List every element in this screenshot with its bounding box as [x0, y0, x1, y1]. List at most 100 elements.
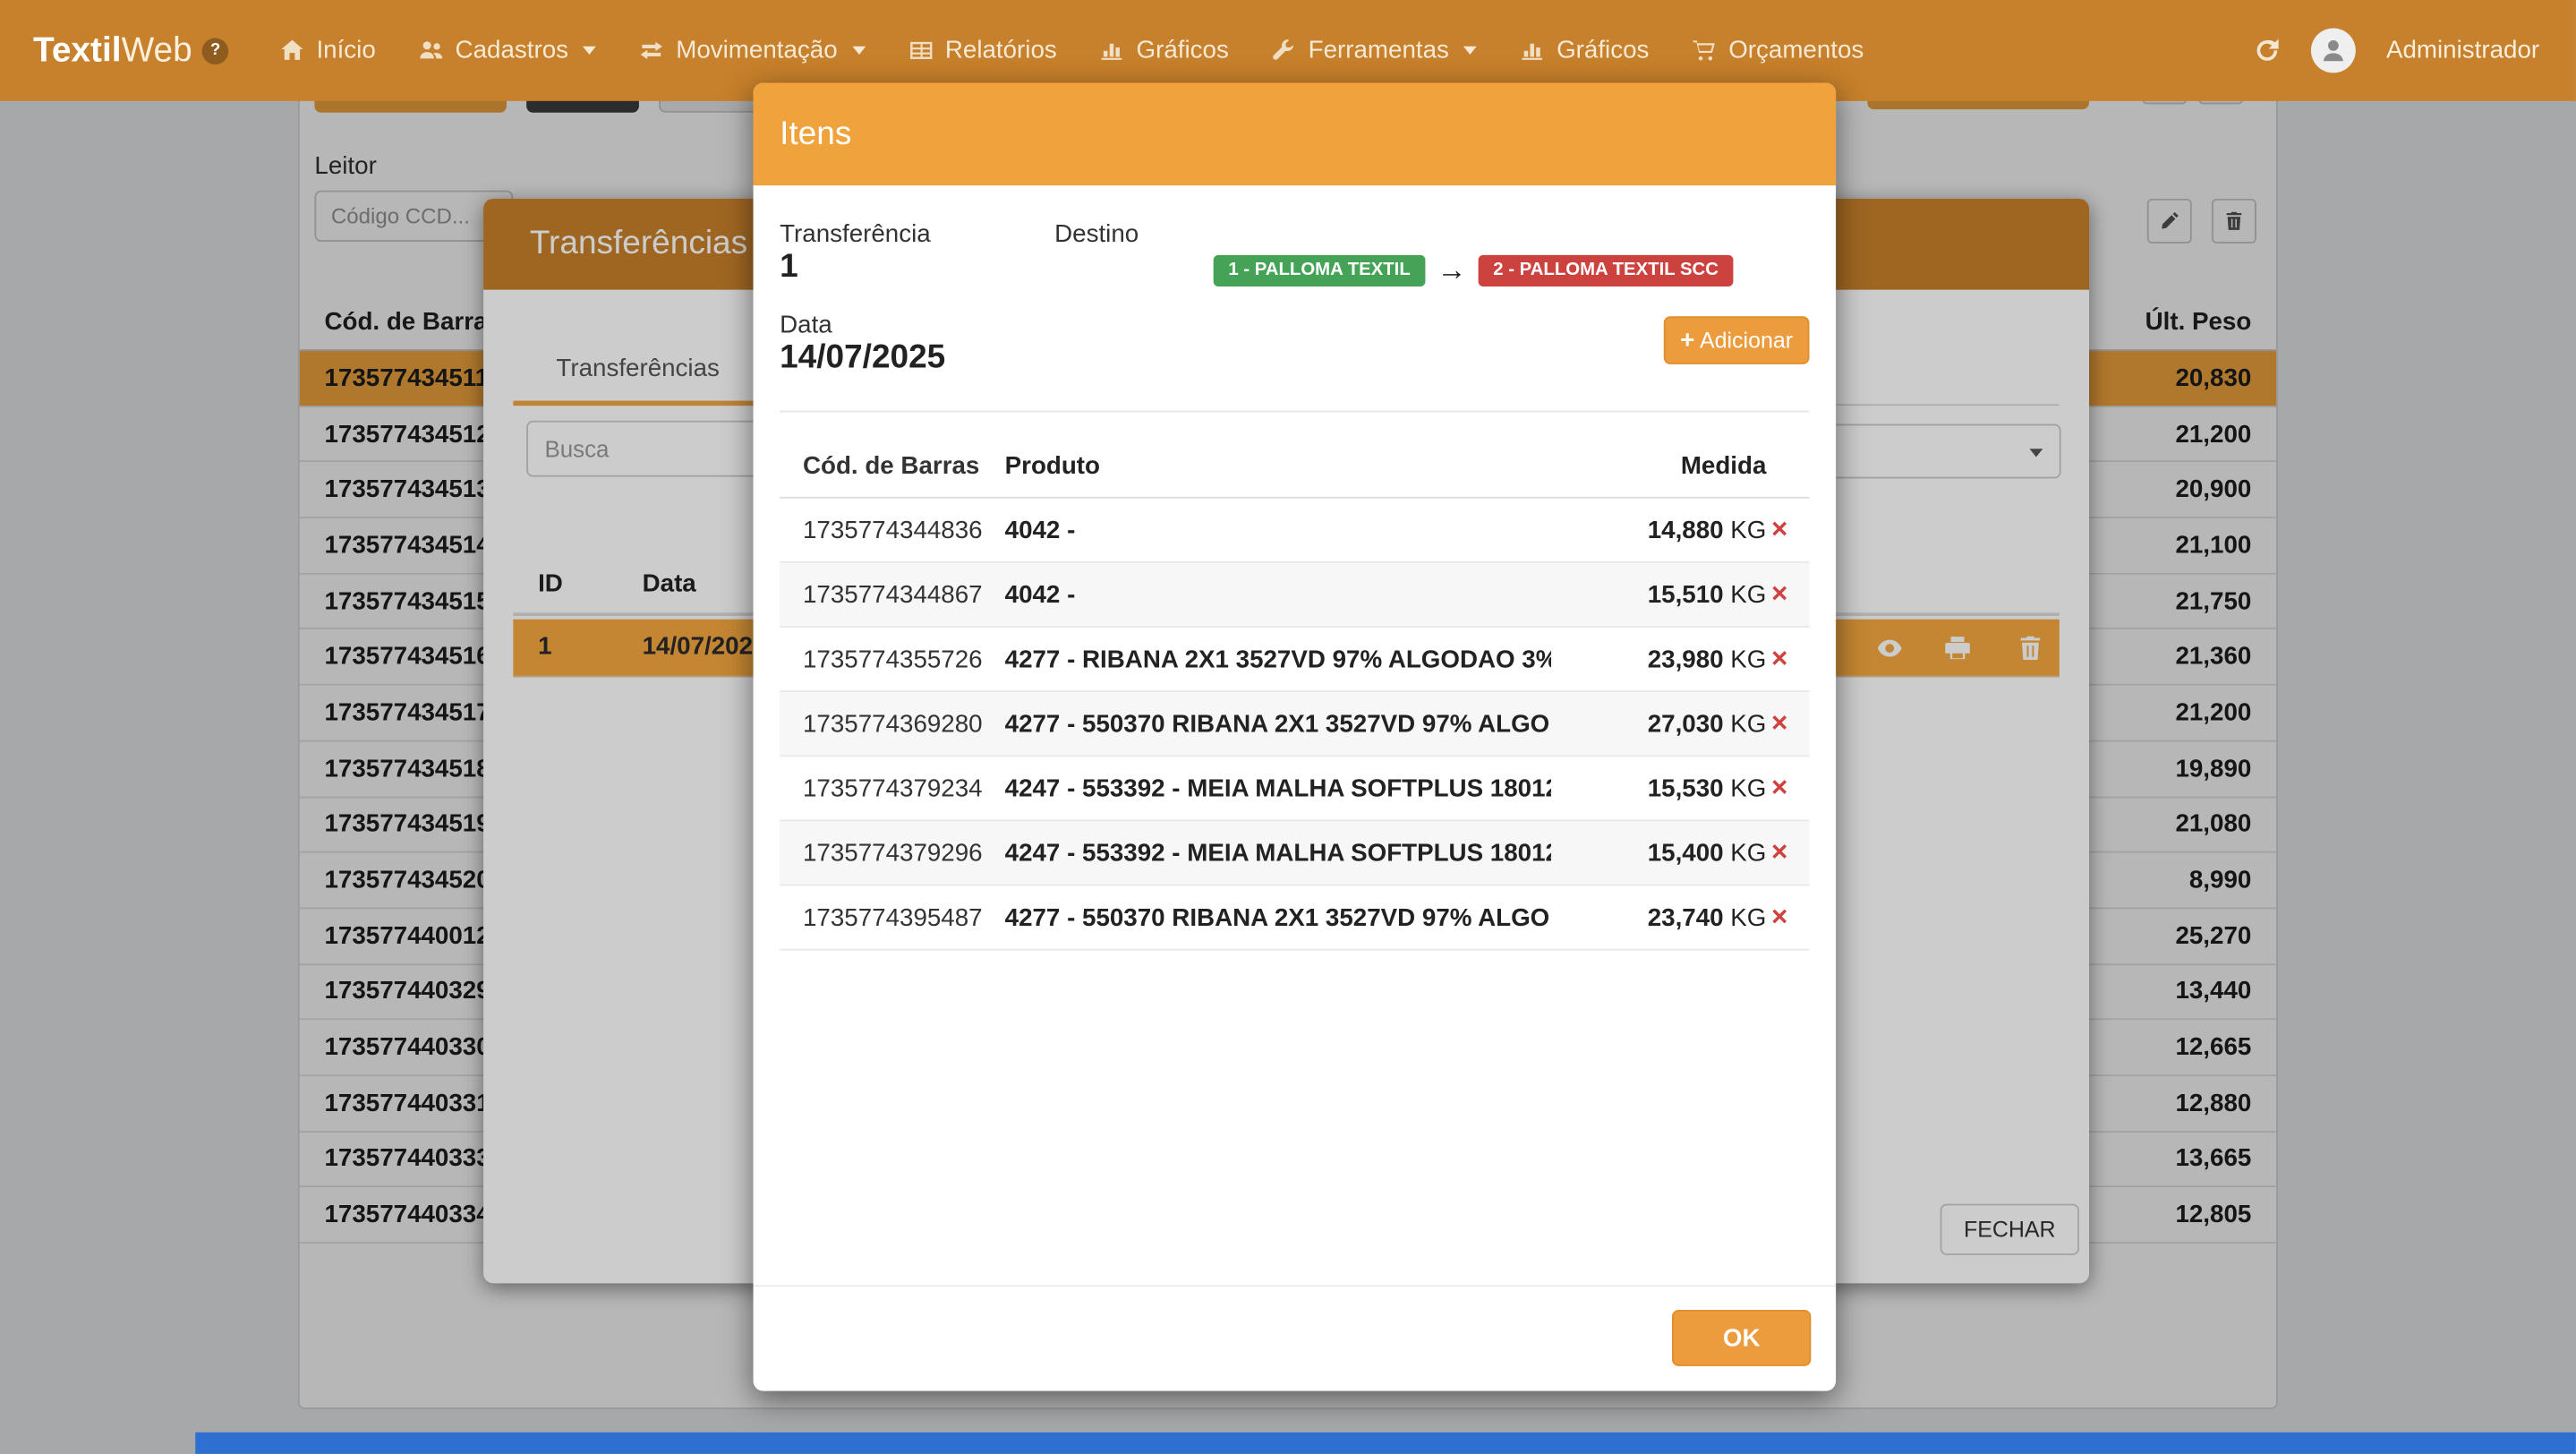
item-produto-cell: 4277 - RIBANA 2X1 3527VD 97% ALGODAO 3% …	[1005, 645, 1551, 672]
item-row: 1735774395487 4277 - 550370 RIBANA 2X1 3…	[780, 885, 1809, 950]
home-icon	[280, 38, 305, 64]
remove-item-button[interactable]: ×	[1766, 643, 1793, 676]
item-medida-cell: 15,400 KG	[1551, 839, 1766, 867]
nav-item-label: Relatórios	[945, 37, 1057, 64]
user-avatar[interactable]	[2312, 28, 2357, 73]
arrow-right-icon: →	[1437, 255, 1466, 287]
nav-item-cadastros[interactable]: Cadastros	[397, 0, 618, 101]
bar-chart-icon	[1520, 38, 1545, 64]
refresh-icon	[2254, 37, 2282, 64]
destination-badge: 2 - PALLOMA TEXTIL SCC	[1479, 255, 1734, 287]
item-row: 1735774344836 4042 - 14,880 KG ×	[780, 499, 1809, 563]
itens-modal: Itens Transferência 1 Destino 1 - PALLOM…	[754, 82, 1837, 1390]
col-produto-label: Produto	[1005, 451, 1551, 479]
col-medida-label: Medida	[1551, 451, 1766, 479]
col-barcode-label: Cód. de Barras	[803, 451, 1005, 479]
transferencia-label: Transferência	[780, 220, 931, 248]
transfer-route: 1 - PALLOMA TEXTIL → 2 - PALLOMA TEXTIL …	[1214, 255, 1734, 287]
origin-badge: 1 - PALLOMA TEXTIL	[1214, 255, 1426, 287]
item-medida-cell: 15,510 KG	[1551, 580, 1766, 608]
transferencia-value: 1	[780, 248, 798, 287]
data-value: 14/07/2025	[780, 339, 945, 378]
item-row: 1735774379234 4247 - 553392 - MEIA MALHA…	[780, 757, 1809, 821]
medida-value: 23,980	[1648, 645, 1724, 672]
item-row: 1735774379296 4247 - 553392 - MEIA MALHA…	[780, 821, 1809, 885]
itens-modal-footer: OK	[754, 1285, 1837, 1390]
medida-unit: KG	[1730, 774, 1766, 802]
remove-item-button[interactable]: ×	[1766, 513, 1793, 546]
wrench-icon	[1272, 38, 1297, 64]
plus-icon: +	[1680, 326, 1694, 354]
medida-value: 15,510	[1648, 580, 1724, 608]
item-medida-cell: 15,530 KG	[1551, 774, 1766, 802]
item-row: 1735774344867 4042 - 15,510 KG ×	[780, 563, 1809, 628]
medida-value: 15,530	[1648, 774, 1724, 802]
item-medida-cell: 27,030 KG	[1551, 710, 1766, 738]
item-barcode-cell: 1735774369280	[803, 710, 1005, 738]
medida-unit: KG	[1730, 839, 1766, 867]
medida-unit: KG	[1730, 903, 1766, 931]
report-table-icon	[908, 38, 934, 64]
data-label: Data	[780, 312, 832, 339]
medida-value: 15,400	[1648, 839, 1724, 867]
app-logo[interactable]: TextilWeb ?	[33, 30, 228, 70]
brand-primary: Textil	[33, 30, 122, 70]
user-name: Administrador	[2386, 37, 2539, 64]
help-icon[interactable]: ?	[202, 38, 229, 64]
itens-table-header: Cód. de Barras Produto Medida	[780, 434, 1809, 499]
remove-item-button[interactable]: ×	[1766, 577, 1793, 611]
item-row: 1735774369280 4277 - 550370 RIBANA 2X1 3…	[780, 692, 1809, 757]
medida-unit: KG	[1730, 580, 1766, 608]
item-row: 1735774355726 4277 - RIBANA 2X1 3527VD 9…	[780, 628, 1809, 692]
nav-item-label: Gráficos	[1137, 37, 1229, 64]
medida-unit: KG	[1730, 710, 1766, 738]
brand-secondary: Web	[122, 30, 192, 70]
item-medida-cell: 14,880 KG	[1551, 516, 1766, 543]
nav-item-label: Orçamentos	[1728, 37, 1864, 64]
adicionar-button[interactable]: + Adicionar	[1664, 316, 1810, 364]
refresh-button[interactable]	[2254, 37, 2282, 64]
person-icon	[2320, 37, 2348, 64]
item-produto-cell: 4042 -	[1005, 516, 1551, 543]
item-produto-cell: 4042 -	[1005, 580, 1551, 608]
exchange-icon	[640, 38, 665, 64]
caret-down-icon	[584, 47, 597, 55]
nav-item-label: Movimentação	[676, 37, 837, 64]
users-icon	[419, 38, 444, 64]
itens-table: Cód. de Barras Produto Medida 1735774344…	[780, 434, 1809, 951]
item-produto-cell: 4277 - 550370 RIBANA 2X1 3527VD 97% ALGO…	[1005, 710, 1551, 738]
ok-button[interactable]: OK	[1672, 1310, 1811, 1366]
remove-item-button[interactable]: ×	[1766, 836, 1793, 869]
cart-icon	[1693, 38, 1718, 64]
item-medida-cell: 23,980 KG	[1551, 645, 1766, 672]
item-barcode-cell: 1735774344836	[803, 516, 1005, 543]
nav-item-inicio[interactable]: Início	[259, 0, 397, 101]
item-barcode-cell: 1735774379234	[803, 774, 1005, 802]
nav-item-label: Cadastros	[456, 37, 568, 64]
destino-label: Destino	[1054, 220, 1139, 248]
item-barcode-cell: 1735774395487	[803, 903, 1005, 931]
item-produto-cell: 4277 - 550370 RIBANA 2X1 3527VD 97% ALGO…	[1005, 903, 1551, 931]
itens-table-body: 1735774344836 4042 - 14,880 KG × 1735774…	[780, 499, 1809, 951]
item-barcode-cell: 1735774379296	[803, 839, 1005, 867]
medida-value: 14,880	[1648, 516, 1724, 543]
bottom-blue-bar	[195, 1433, 2576, 1454]
divider	[780, 411, 1809, 413]
remove-item-button[interactable]: ×	[1766, 901, 1793, 934]
adicionar-label: Adicionar	[1700, 328, 1793, 353]
itens-modal-title: Itens	[754, 82, 1837, 185]
medida-unit: KG	[1730, 645, 1766, 672]
medida-value: 27,030	[1648, 710, 1724, 738]
item-produto-cell: 4247 - 553392 - MEIA MALHA SOFTPLUS 1801…	[1005, 839, 1551, 867]
medida-unit: KG	[1730, 516, 1766, 543]
item-produto-cell: 4247 - 553392 - MEIA MALHA SOFTPLUS 1801…	[1005, 774, 1551, 802]
remove-item-button[interactable]: ×	[1766, 772, 1793, 805]
navbar-right: Administrador	[2254, 28, 2576, 73]
bar-chart-icon	[1100, 38, 1125, 64]
nav-item-label: Ferramentas	[1309, 37, 1449, 64]
medida-value: 23,740	[1648, 903, 1724, 931]
remove-item-button[interactable]: ×	[1766, 707, 1793, 740]
nav-item-label: Gráficos	[1557, 37, 1649, 64]
item-barcode-cell: 1735774355726	[803, 645, 1005, 672]
nav-item-label: Início	[316, 37, 375, 64]
